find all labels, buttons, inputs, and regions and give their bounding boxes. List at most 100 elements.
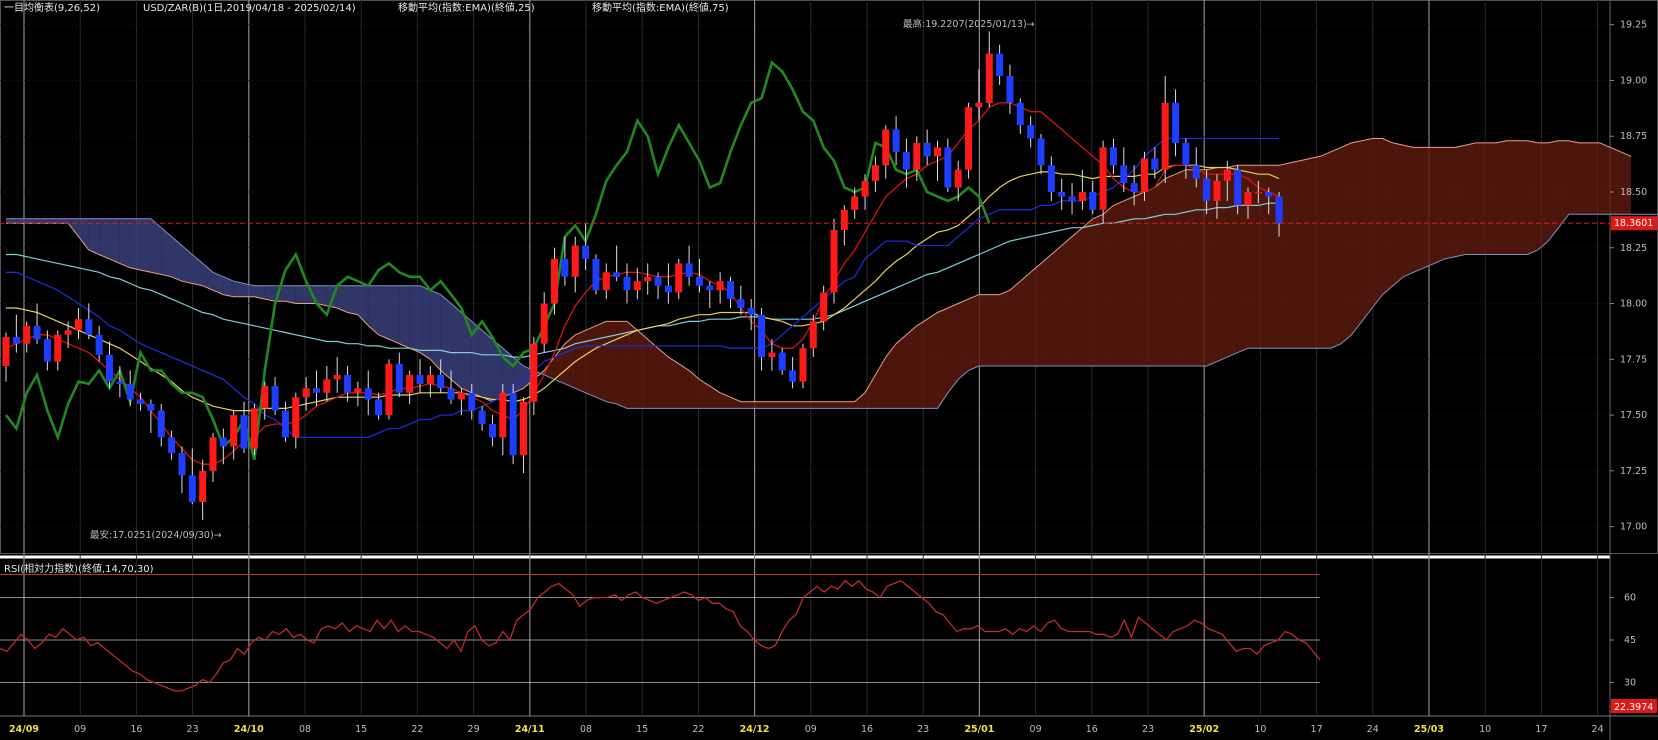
candle-up <box>644 276 652 282</box>
candle-up <box>199 470 207 503</box>
kumo-cloud-segment <box>1548 140 1559 242</box>
kumo-cloud-segment <box>57 218 69 224</box>
candle-up <box>602 272 610 291</box>
kumo-cloud-segment <box>1537 142 1549 250</box>
kumo-cloud-segment <box>637 330 648 409</box>
kumo-cloud-segment <box>1185 169 1197 366</box>
candle-down <box>85 319 93 335</box>
kumo-cloud-segment <box>896 334 907 409</box>
kumo-cloud-segment <box>1589 142 1600 215</box>
kumo-cloud-segment <box>927 312 938 409</box>
candle-up <box>716 281 724 291</box>
candle-down <box>1192 165 1200 179</box>
candle-up <box>571 245 579 277</box>
candle-down <box>478 410 486 424</box>
rsi-value: 22.3974 <box>1614 702 1653 713</box>
candle-down <box>240 415 248 449</box>
kumo-cloud-segment <box>1361 138 1373 322</box>
kumo-cloud-segment <box>1475 142 1487 255</box>
kumo-cloud-segment <box>420 285 431 360</box>
kumo-cloud-segment <box>6 218 17 224</box>
candle-up <box>1213 180 1221 201</box>
kumo-cloud-segment <box>1382 138 1393 295</box>
candle-up <box>323 379 331 393</box>
kumo-cloud-segment <box>285 285 296 304</box>
candle-down <box>1037 138 1045 166</box>
kumo-cloud-segment <box>968 294 979 371</box>
candle-up <box>250 408 258 449</box>
kumo-cloud-segment <box>1579 142 1590 215</box>
candle-down <box>488 424 496 438</box>
candle-up <box>261 386 269 409</box>
kumo-cloud-segment <box>782 401 793 409</box>
kumo-cloud-segment <box>1082 218 1093 366</box>
kumo-cloud-segment <box>875 357 886 409</box>
candle-up <box>530 343 538 402</box>
kumo-cloud-segment <box>1320 151 1331 349</box>
candle-up <box>406 374 414 393</box>
candle-down <box>1182 142 1190 166</box>
candle-down <box>33 325 41 340</box>
kumo-cloud-segment <box>1506 140 1518 255</box>
candle-up <box>64 330 72 335</box>
candle-down <box>789 370 797 382</box>
candle-up <box>499 392 507 438</box>
candle-down <box>447 388 455 400</box>
kumo-cloud-segment <box>378 285 389 340</box>
kumo-cloud-segment <box>47 218 58 224</box>
kumo-cloud-segment <box>999 290 1010 366</box>
x-tick-label: 15 <box>355 724 367 735</box>
kumo-cloud-segment <box>1051 245 1062 366</box>
x-tick-label: 22 <box>411 724 423 735</box>
kumo-cloud-segment <box>947 303 959 393</box>
y-tick-label: 17.25 <box>1620 466 1647 477</box>
candle-down <box>561 258 569 277</box>
kumo-cloud-segment <box>647 339 659 409</box>
candle-up <box>333 374 341 380</box>
candle-down <box>695 276 703 286</box>
kumo-cloud-segment <box>1072 227 1083 366</box>
kumo-cloud-segment <box>699 379 710 409</box>
candle-down <box>592 258 600 291</box>
candle-up <box>457 392 465 400</box>
candle-down <box>364 388 372 400</box>
kumo-cloud-segment <box>171 236 182 282</box>
x-tick-label: 24/09 <box>9 724 39 735</box>
kumo-cloud-segment <box>823 401 834 409</box>
kumo-cloud-segment <box>1392 142 1404 286</box>
y-tick-label: 18.75 <box>1620 131 1647 142</box>
x-tick-label: 25/03 <box>1414 724 1444 735</box>
candle-down <box>416 374 424 384</box>
candle-down <box>778 352 786 371</box>
y-tick-label: 18.50 <box>1620 187 1647 198</box>
kumo-cloud-segment <box>1455 145 1466 257</box>
candle-up <box>965 107 973 170</box>
candle-down <box>178 453 186 476</box>
kumo-cloud-segment <box>761 401 772 409</box>
candle-down <box>126 383 134 400</box>
candle-down <box>95 334 103 355</box>
candle-up <box>1078 192 1086 201</box>
candle-down <box>281 410 289 438</box>
candle-down <box>106 354 113 382</box>
x-tick-label: 10 <box>1254 724 1266 735</box>
candle-down <box>944 147 952 188</box>
kumo-cloud-segment <box>751 401 762 409</box>
candle-down <box>1203 178 1211 201</box>
kumo-cloud-segment <box>1351 140 1362 335</box>
kumo-cloud-segment <box>26 218 38 224</box>
y-tick-label: 17.50 <box>1620 410 1647 421</box>
candle-down <box>1109 147 1117 166</box>
ema25-label: 移動平均(指数:EMA)(終値,25) <box>398 1 535 14</box>
kumo-cloud-segment <box>119 218 131 268</box>
kumo-cloud-segment <box>347 285 358 315</box>
last-price-value: 18.3601 <box>1614 218 1653 229</box>
kumo-cloud-segment <box>88 218 100 255</box>
y-tick-label: 17.75 <box>1620 354 1647 365</box>
kumo-cloud-segment <box>1465 142 1476 255</box>
candle-down <box>623 276 631 291</box>
kumo-cloud-segment <box>1009 281 1021 366</box>
candle-up <box>354 388 362 393</box>
candle-up <box>861 180 869 197</box>
candle-down <box>582 245 590 259</box>
